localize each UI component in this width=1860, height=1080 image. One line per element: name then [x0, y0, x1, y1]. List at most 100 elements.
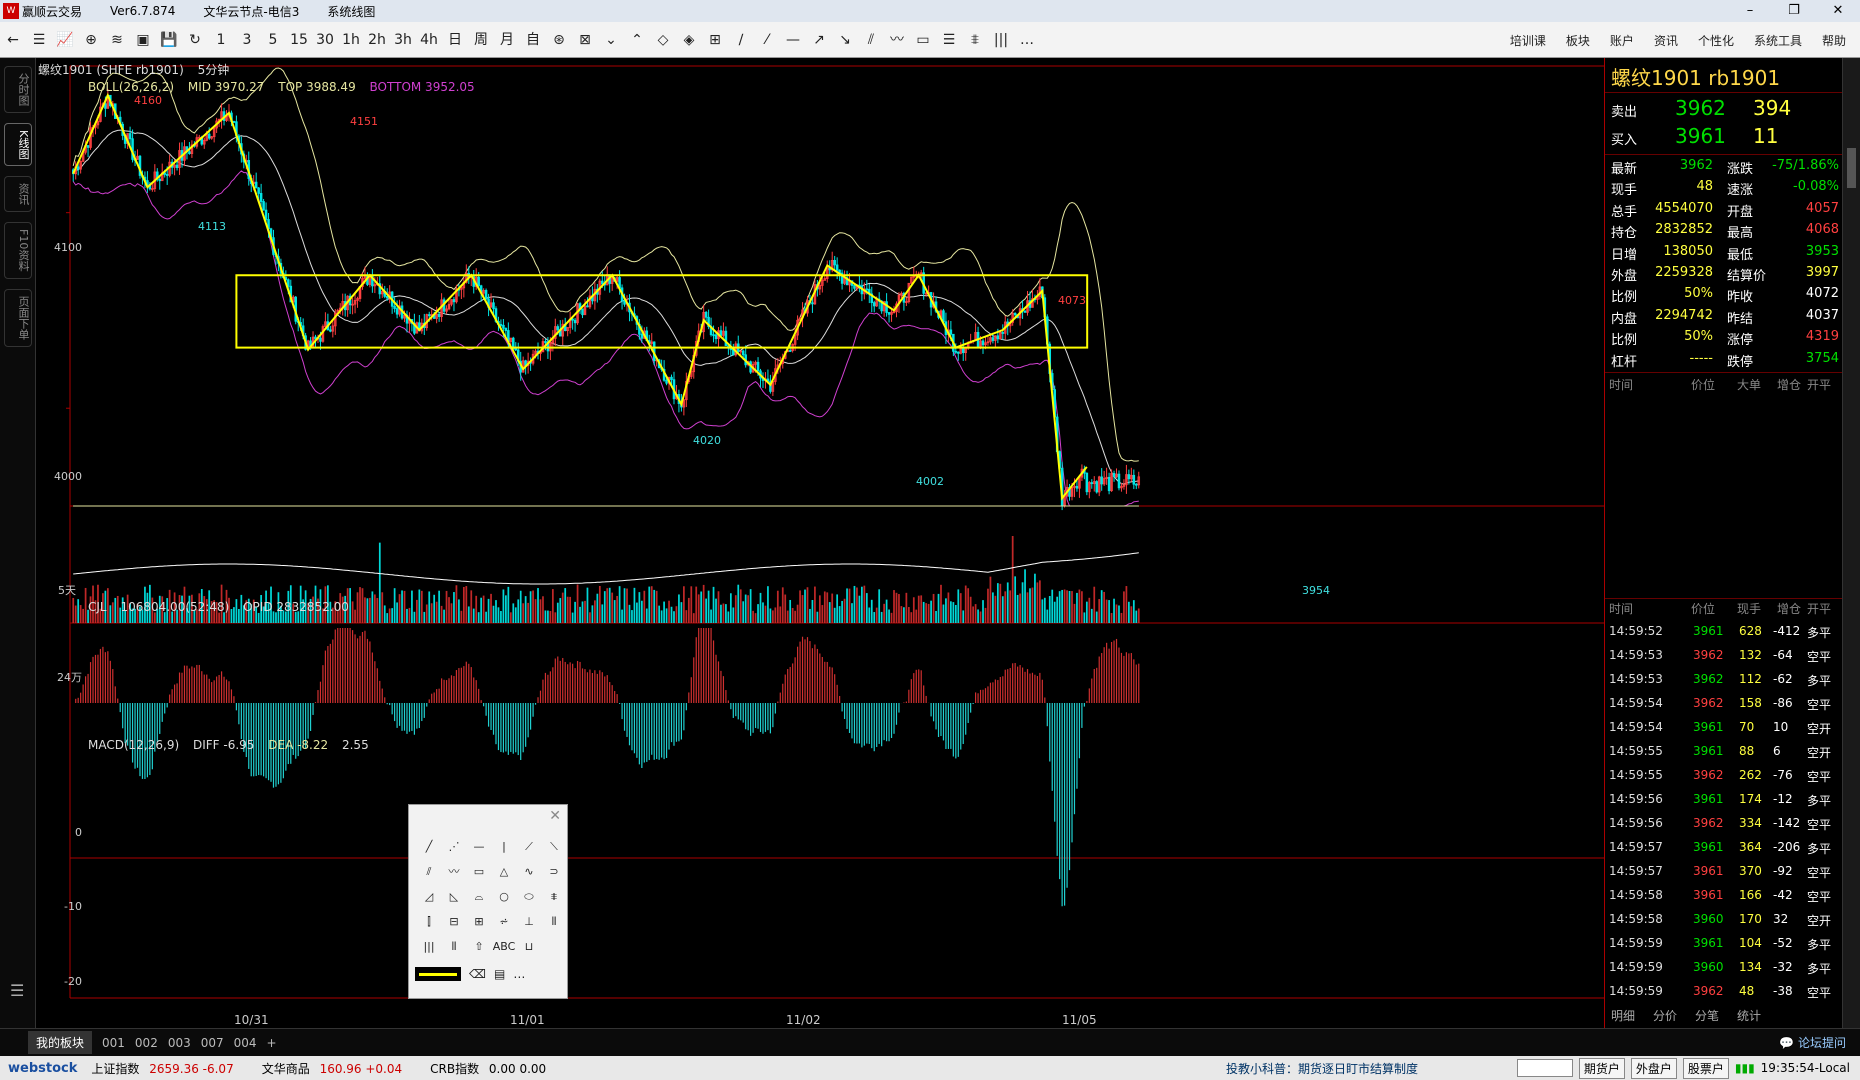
draw-tool-6[interactable]: ⫽ [417, 860, 441, 884]
tick-row[interactable]: 14:59:53 3962 112 -62 多平 [1609, 668, 1841, 692]
draw-tool-8[interactable]: ▭ [467, 860, 491, 884]
tab-kline[interactable]: K线图 [4, 123, 32, 167]
draw-tool-5[interactable]: ⟍ [542, 835, 566, 859]
stock-account-button[interactable]: 股票户 [1682, 1057, 1729, 1079]
menu-item-0[interactable]: 培训课 [1510, 32, 1546, 49]
tick-row[interactable]: 14:59:59 3962 48 -38 空平 [1609, 980, 1841, 1004]
draw-tool-16[interactable]: ⬭ [517, 885, 541, 909]
tick-row[interactable]: 14:59:58 3961 166 -42 空平 [1609, 884, 1841, 908]
draw-tool-26[interactable]: ⇧ [467, 935, 491, 959]
toolbar-button-16[interactable]: 4h [416, 26, 442, 54]
draw-tool-1[interactable]: ⋰ [442, 835, 466, 859]
sector-tab-6[interactable]: + [267, 1036, 277, 1050]
draw-tool-18[interactable]: ⫿ [417, 910, 441, 934]
draw-tool-28[interactable]: ⊔ [517, 935, 541, 959]
toolbar-button-9[interactable]: 3 [234, 26, 260, 54]
bid-row[interactable]: 买入 3961 11 [1609, 124, 1839, 152]
tick-row[interactable]: 14:59:58 3960 170 32 空开 [1609, 908, 1841, 932]
minimize-button[interactable]: – [1728, 0, 1772, 22]
toolbar-button-11[interactable]: 15 [286, 26, 312, 54]
toolbar-button-2[interactable]: 📈 [52, 26, 78, 54]
eraser-icon[interactable]: ⌫ [469, 967, 486, 981]
draw-tool-27[interactable]: ABC [492, 935, 516, 959]
draw-tool-23[interactable]: ⦀ [542, 910, 566, 934]
menu-item-2[interactable]: 账户 [1610, 32, 1634, 49]
draw-tool-9[interactable]: △ [492, 860, 516, 884]
forum-button[interactable]: 💬 论坛提问 [1779, 1034, 1846, 1051]
toolbar-button-30[interactable]: — [780, 26, 806, 54]
toolbar-button-19[interactable]: 月 [494, 26, 520, 54]
menu-item-4[interactable]: 个性化 [1698, 32, 1734, 49]
toolbar-button-7[interactable]: ↻ [182, 26, 208, 54]
toolbar-button-26[interactable]: ◈ [676, 26, 702, 54]
vertical-scrollbar[interactable] [1842, 58, 1860, 1028]
chart-canvas[interactable] [36, 58, 1604, 1028]
toolbar-button-17[interactable]: 日 [442, 26, 468, 54]
tick-row[interactable]: 14:59:52 3961 628 -412 多平 [1609, 620, 1841, 644]
cjl-name[interactable]: CJL [88, 600, 107, 614]
toolbar-button-39[interactable]: … [1014, 26, 1040, 54]
toolbar-button-23[interactable]: ⌄ [598, 26, 624, 54]
draw-tool-24[interactable]: ||| [417, 935, 441, 959]
toolbox-close-icon[interactable]: ✕ [549, 808, 561, 824]
sector-tab-4[interactable]: 007 [201, 1036, 224, 1050]
toolbar-button-22[interactable]: ⊠ [572, 26, 598, 54]
toolbar-button-10[interactable]: 5 [260, 26, 286, 54]
tab-order[interactable]: 页面下单 [4, 288, 32, 347]
toolbar-button-34[interactable]: 〰 [884, 26, 910, 54]
toolbar-button-28[interactable]: ∕ [728, 26, 754, 54]
drawing-toolbox[interactable]: ✕ ╱ ⋰ — | ⟋ ⟍ ⫽ 〰 ▭ △ ∿ ⊃ ◿ ◺ ⌓ ○ ⬭ ⩨ ⫿ ⊟ ⊞ ⩫ ⊥ ⦀ ||| ⦀ ⇧ ABC ⊔ ⌫ ▤ … [408, 804, 568, 999]
brand-logo[interactable]: webstock [8, 1061, 77, 1076]
toolbar-button-8[interactable]: 1 [208, 26, 234, 54]
menu-item-6[interactable]: 帮助 [1822, 32, 1846, 49]
toolbar-button-13[interactable]: 1h [338, 26, 364, 54]
tick-row[interactable]: 14:59:59 3961 104 -52 多平 [1609, 932, 1841, 956]
toolbar-button-15[interactable]: 3h [390, 26, 416, 54]
period-selector[interactable]: 5分钟 [198, 63, 230, 77]
sector-tab-0[interactable]: 我的板块 [28, 1031, 93, 1054]
toolbar-button-14[interactable]: 2h [364, 26, 390, 54]
tab-timeshare[interactable]: 分时图 [4, 66, 32, 113]
toolbar-button-3[interactable]: ⊕ [78, 26, 104, 54]
draw-tool-0[interactable]: ╱ [417, 835, 441, 859]
draw-tool-20[interactable]: ⊞ [467, 910, 491, 934]
draw-tool-25[interactable]: ⦀ [442, 935, 466, 959]
toolbar-button-35[interactable]: ▭ [910, 26, 936, 54]
quote-tab-0[interactable]: 明细 [1611, 1007, 1635, 1024]
sector-tab-5[interactable]: 004 [234, 1036, 257, 1050]
kline-chart[interactable]: 螺纹1901 (SHFE rb1901) 5分钟 BOLL(26,26,2) M… [36, 58, 1604, 1028]
toolbar-button-24[interactable]: ⌃ [624, 26, 650, 54]
toolbar-button-29[interactable]: ⁄ [754, 26, 780, 54]
draw-tool-11[interactable]: ⊃ [542, 860, 566, 884]
macd-name[interactable]: MACD(12,26,9) [88, 738, 179, 752]
draw-tool-17[interactable]: ⩨ [542, 885, 566, 909]
toolbar-button-38[interactable]: ||| [988, 26, 1014, 54]
crb-index[interactable]: CRB指数 0.00 0.00 [430, 1060, 546, 1077]
server-node[interactable]: 文华云节点-电信3 [203, 3, 299, 20]
draw-tool-21[interactable]: ⩫ [492, 910, 516, 934]
quote-tab-2[interactable]: 分笔 [1695, 1007, 1719, 1024]
draw-tool-3[interactable]: | [492, 835, 516, 859]
toolbar-button-25[interactable]: ◇ [650, 26, 676, 54]
draw-tool-10[interactable]: ∿ [517, 860, 541, 884]
tick-row[interactable]: 14:59:54 3961 70 10 空开 [1609, 716, 1841, 740]
draw-tool-2[interactable]: — [467, 835, 491, 859]
toolbar-button-0[interactable]: ← [0, 26, 26, 54]
tick-row[interactable]: 14:59:55 3961 88 6 空开 [1609, 740, 1841, 764]
toolbar-button-20[interactable]: 自 [520, 26, 546, 54]
list-icon[interactable]: ☰ [10, 981, 24, 1000]
scrollbar-thumb[interactable] [1847, 148, 1856, 188]
toolbar-button-37[interactable]: ⩨ [962, 26, 988, 54]
line-style-swatch[interactable] [415, 967, 461, 981]
sector-tab-2[interactable]: 002 [135, 1036, 158, 1050]
sector-tab-3[interactable]: 003 [168, 1036, 191, 1050]
draw-tool-4[interactable]: ⟋ [517, 835, 541, 859]
tick-row[interactable]: 14:59:57 3961 364 -206 多平 [1609, 836, 1841, 860]
draw-tool-15[interactable]: ○ [492, 885, 516, 909]
search-input[interactable] [1516, 1059, 1573, 1077]
toolbar-button-18[interactable]: 周 [468, 26, 494, 54]
futures-account-button[interactable]: 期货户 [1578, 1057, 1625, 1079]
tip-text[interactable]: 投教小科普：期货逐日盯市结算制度 [1226, 1060, 1418, 1077]
toolbar-button-21[interactable]: ⊛ [546, 26, 572, 54]
draw-tool-22[interactable]: ⊥ [517, 910, 541, 934]
